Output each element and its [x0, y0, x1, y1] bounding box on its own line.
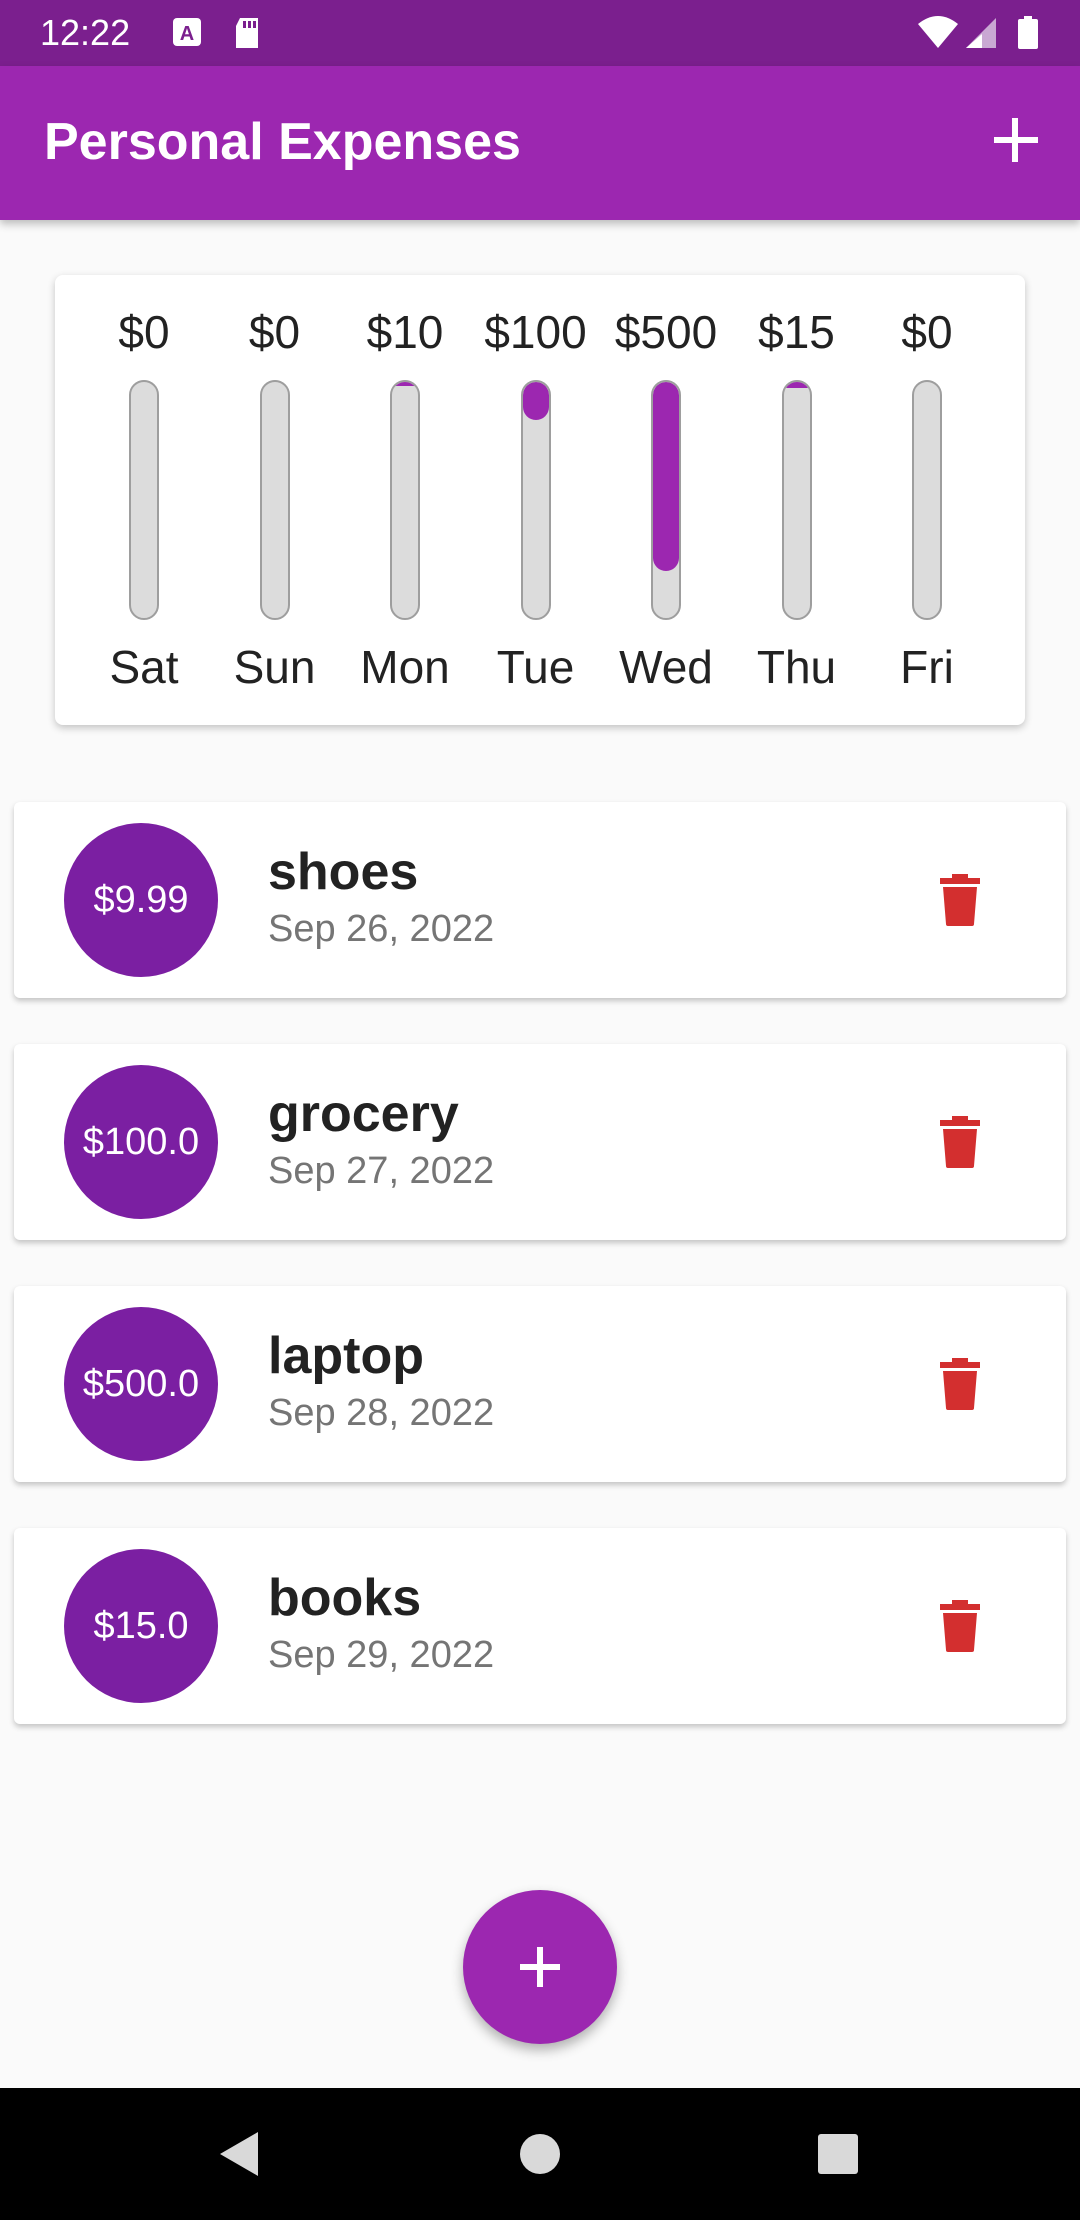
transaction-date: Sep 27, 2022	[268, 1150, 495, 1192]
chart-bar-sat: $0 Sat	[79, 275, 209, 725]
transaction-title: books	[268, 1569, 422, 1627]
trash-icon	[940, 1358, 980, 1410]
system-nav-bar	[0, 2088, 1080, 2220]
chart-amount-label: $100	[484, 306, 587, 358]
transaction-date: Sep 28, 2022	[268, 1392, 495, 1434]
delete-button[interactable]	[940, 1358, 980, 1410]
chart-bar-track	[129, 380, 159, 620]
status-time: 12:22	[40, 12, 131, 53]
chart-bar-fill	[653, 382, 679, 571]
signal-icon	[964, 16, 998, 55]
chart-day-label: Mon	[360, 641, 450, 693]
home-icon	[520, 2134, 560, 2174]
chart-day-label: Sun	[233, 641, 316, 693]
chart-bar-track	[912, 380, 942, 620]
trash-icon	[940, 1600, 980, 1652]
chart-bar-sun: $0 Sun	[210, 275, 340, 725]
delete-button[interactable]	[940, 1116, 980, 1168]
app-bar: Personal Expenses	[0, 66, 1080, 220]
text-a-icon: A	[172, 16, 202, 53]
chart-bar-fill	[522, 382, 549, 420]
back-button[interactable]	[210, 2124, 270, 2184]
chart-bar-fill	[783, 382, 810, 388]
delete-button[interactable]	[940, 874, 980, 926]
wifi-icon	[916, 16, 960, 55]
amount-avatar: $500.0	[64, 1307, 218, 1461]
plus-icon	[520, 1947, 560, 1987]
transaction-card: $500.0 laptop Sep 28, 2022	[14, 1286, 1066, 1482]
amount-avatar: $15.0	[64, 1549, 218, 1703]
recents-icon	[818, 2134, 858, 2174]
trash-icon	[940, 1116, 980, 1168]
trash-icon	[940, 874, 980, 926]
page-title: Personal Expenses	[44, 113, 521, 171]
transaction-title: laptop	[268, 1327, 424, 1385]
transaction-card: $9.99 shoes Sep 26, 2022	[14, 802, 1066, 998]
chart-day-label: Fri	[900, 641, 954, 693]
chart-day-label: Wed	[619, 641, 713, 693]
chart-bar-fill	[392, 382, 418, 386]
chart-bar-track	[781, 380, 812, 620]
chart-bar-mon: $10 Mon	[340, 275, 470, 725]
transaction-title: shoes	[268, 843, 419, 901]
add-transaction-button[interactable]	[986, 110, 1046, 170]
weekly-chart: $0 Sat $0 Sun $10 Mon $100 Tue $500 Wed $15 Thu $0 Fr…	[55, 275, 1025, 725]
chart-bar-wed: $500 Wed	[601, 275, 731, 725]
transaction-card: $15.0 books Sep 29, 2022	[14, 1528, 1066, 1724]
chart-amount-label: $15	[758, 306, 835, 358]
chart-bar-fri: $0 Fri	[862, 275, 992, 725]
plus-icon	[994, 118, 1038, 162]
amount-avatar: $100.0	[64, 1065, 218, 1219]
add-fab-button[interactable]	[463, 1890, 617, 2044]
chart-amount-label: $10	[366, 306, 444, 358]
home-button[interactable]	[510, 2124, 570, 2184]
chart-amount-label: $0	[248, 306, 301, 358]
chart-amount-label: $0	[118, 306, 170, 358]
chart-bar-thu: $15 Thu	[732, 275, 862, 725]
chart-bar-track	[259, 380, 290, 620]
chart-amount-label: $0	[901, 306, 953, 358]
svg-text:A: A	[180, 23, 194, 45]
status-bar: 12:22 A	[0, 0, 1080, 66]
delete-button[interactable]	[940, 1600, 980, 1652]
sd-card-icon	[232, 16, 262, 55]
chart-day-label: Sat	[109, 641, 179, 693]
transaction-date: Sep 29, 2022	[268, 1634, 495, 1676]
transaction-title: grocery	[268, 1085, 459, 1143]
transaction-card: $100.0 grocery Sep 27, 2022	[14, 1044, 1066, 1240]
amount-avatar: $9.99	[64, 823, 218, 977]
battery-icon	[1016, 16, 1040, 55]
chart-bar-track	[651, 380, 681, 620]
chart-bar-track	[390, 380, 420, 620]
transaction-date: Sep 26, 2022	[268, 908, 495, 950]
back-icon	[220, 2132, 258, 2176]
recents-button[interactable]	[808, 2124, 868, 2184]
chart-day-label: Tue	[496, 641, 575, 693]
chart-day-label: Thu	[756, 641, 837, 693]
chart-amount-label: $500	[614, 306, 718, 358]
chart-bar-tue: $100 Tue	[471, 275, 601, 725]
chart-bar-track	[520, 380, 551, 620]
